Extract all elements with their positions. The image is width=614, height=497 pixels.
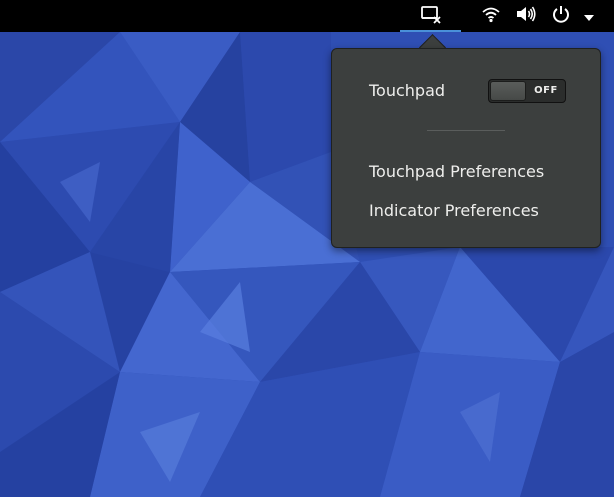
volume-button[interactable] <box>513 0 539 32</box>
touchpad-label: Touchpad <box>369 81 446 100</box>
wifi-button[interactable] <box>479 0 503 32</box>
touchpad-indicator-button[interactable] <box>400 0 461 32</box>
toggle-knob <box>490 81 526 101</box>
wifi-icon <box>481 5 501 27</box>
top-bar <box>0 0 614 32</box>
volume-icon <box>515 5 537 27</box>
menu-item-indicator-preferences[interactable]: Indicator Preferences <box>369 201 539 221</box>
menu-item-touchpad-preferences[interactable]: Touchpad Preferences <box>369 162 544 182</box>
power-button[interactable] <box>549 0 573 32</box>
menu-separator <box>427 130 505 131</box>
power-icon <box>551 4 571 28</box>
touchpad-toggle-switch[interactable]: OFF <box>488 79 566 103</box>
toggle-state-label: OFF <box>534 85 558 96</box>
touchpad-indicator-menu: Touchpad OFF Touchpad Preferences Indica… <box>331 48 601 248</box>
system-menu-button[interactable] <box>579 0 599 32</box>
dropdown-triangle-icon <box>583 7 595 26</box>
touchpad-disabled-icon <box>420 4 442 28</box>
